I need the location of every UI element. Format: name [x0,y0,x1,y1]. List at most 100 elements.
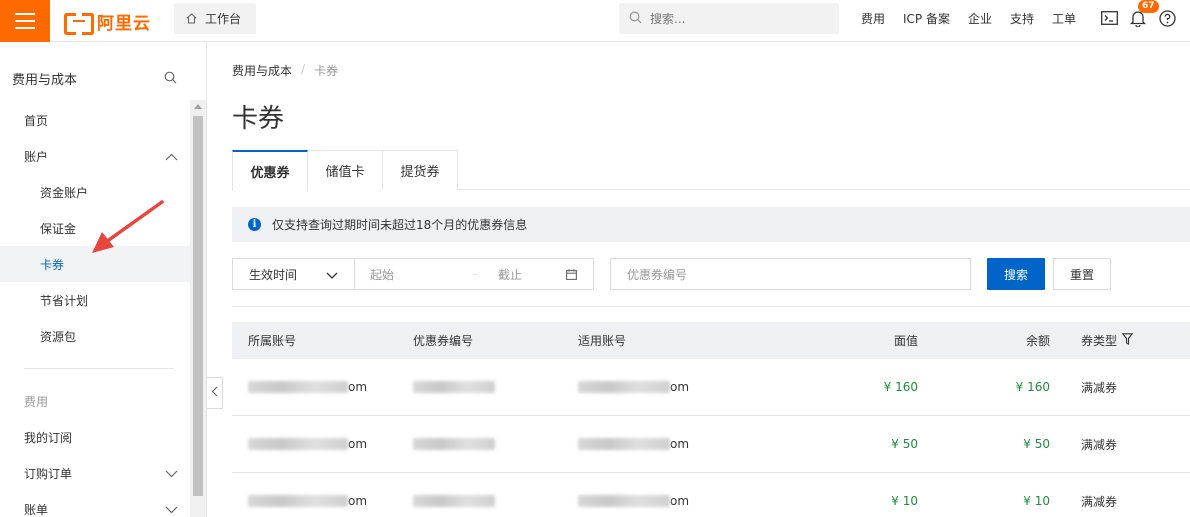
breadcrumb-item[interactable]: 费用与成本 [232,62,292,79]
terminal-icon[interactable] [1100,9,1118,27]
top-link-ticket[interactable]: 工单 [1043,10,1085,27]
redacted-text [248,495,348,507]
sidebar-item-label: 资源包 [40,329,77,344]
coupon-code-cell [413,359,495,415]
hamburger-menu-button[interactable] [0,0,50,42]
column-header-coupon-type[interactable]: 券类型 [1081,322,1134,359]
global-search[interactable] [619,3,839,34]
sidebar-item-label: 首页 [24,113,49,128]
sidebar-item-subscriptions[interactable]: 我的订阅 [0,419,190,455]
sidebar-item-coupons[interactable]: 卡券 [0,246,190,282]
top-navigation-bar: 阿里云 工作台 费用 ICP 备案 企业 支持 工单 67 [0,0,1190,42]
sidebar-item-label: 节省计划 [40,293,89,308]
calendar-icon[interactable] [566,269,577,283]
reset-button[interactable]: 重置 [1053,258,1111,290]
date-range-filter: 生效时间 起始 - 截止 [232,258,594,290]
help-icon[interactable] [1158,9,1176,27]
sidebar-item-label: 账户 [24,149,49,164]
sidebar-search-icon[interactable] [164,71,177,87]
owner-account-suffix: om [348,380,368,394]
table-row: om om ¥ 50 ¥ 50 满减券 [232,416,1190,473]
tab-stored-value-card[interactable]: 储值卡 [307,150,383,190]
column-header-label: 券类型 [1081,334,1118,348]
logo-text: 阿里云 [97,13,151,34]
redacted-text [578,495,670,507]
notification-count-badge: 67 [1138,0,1159,13]
sidebar-item-label: 资金账户 [40,185,89,200]
sidebar-item-savings-plan[interactable]: 节省计划 [0,282,190,318]
face-value-cell: ¥ 160 [883,380,918,394]
chevron-up-icon [165,150,178,164]
applicable-account-cell: om [578,359,689,415]
column-header-owner: 所属账号 [248,334,297,348]
workbench-label: 工作台 [205,12,242,26]
date-start-input[interactable]: 起始 [355,259,473,289]
coupon-type-cell: 满减券 [1081,494,1118,509]
sidebar-item-bills[interactable]: 账单 [0,491,190,517]
tab-label: 储值卡 [325,165,365,180]
face-value-cell: ¥ 10 [891,494,918,508]
sidebar-item-home[interactable]: 首页 [0,102,190,138]
date-type-select[interactable]: 生效时间 [233,259,355,289]
table-row: om om ¥ 160 ¥ 160 满减券 [232,359,1190,416]
column-header-balance: 余额 [1025,334,1050,348]
sidebar-item-orders[interactable]: 订购订单 [0,455,190,491]
sidebar-item-label: 订购订单 [24,466,73,481]
owner-account-cell: om [248,359,367,415]
owner-account-cell: om [248,473,367,517]
applicable-account-suffix: om [670,494,690,508]
breadcrumb-separator: / [301,62,306,76]
coupon-code-cell [413,473,495,517]
sidebar-item-resource-package[interactable]: 资源包 [0,318,190,354]
sidebar-scrollbar-thumb[interactable] [193,116,203,496]
home-icon [186,13,197,24]
sidebar-item-label: 卡券 [40,257,65,272]
tab-pickup-voucher[interactable]: 提货券 [382,150,458,190]
coupon-code-placeholder: 优惠券编号 [627,267,688,282]
date-end-input[interactable]: 截止 [483,259,563,289]
date-end-placeholder: 截止 [498,267,523,282]
top-link-enterprise[interactable]: 企业 [959,10,1001,27]
main-content: 费用与成本 / 卡券 卡券 优惠券 储值卡 提货券 i 仅支持查询过期时间未超过… [208,42,1190,517]
applicable-account-cell: om [578,416,689,472]
global-search-input[interactable] [650,11,820,26]
breadcrumb-current: 卡券 [314,64,339,78]
notification-bell-icon[interactable]: 67 [1129,0,1159,27]
tab-label: 提货券 [400,165,440,180]
redacted-text [413,381,495,393]
filter-icon[interactable] [1121,333,1134,348]
top-link-icp[interactable]: ICP 备案 [894,10,959,27]
sidebar-item-funds-account[interactable]: 资金账户 [0,174,190,210]
sidebar-scrollbar[interactable] [190,100,206,517]
sidebar-item-label: 账单 [24,502,49,517]
breadcrumb: 费用与成本 / 卡券 [232,62,338,79]
aliyun-logo[interactable]: 阿里云 [64,9,151,35]
coupon-type-cell: 满减券 [1081,437,1118,452]
coupon-table: 所属账号 优惠券编号 适用账号 面值 余额 券类型 om om ¥ 160 ¥ … [232,322,1190,517]
aliyun-logo-icon [64,13,94,35]
redacted-text [578,381,670,393]
top-link-billing[interactable]: 费用 [852,10,894,27]
balance-cell: ¥ 160 [1015,380,1050,394]
scroll-up-arrow-icon[interactable] [194,104,202,109]
redacted-text [578,438,670,450]
owner-account-cell: om [248,416,367,472]
workbench-button[interactable]: 工作台 [174,3,256,34]
search-button[interactable]: 搜索 [987,258,1045,290]
column-header-face-value: 面值 [893,334,918,348]
coupon-code-input[interactable]: 优惠券编号 [610,258,971,290]
top-link-support[interactable]: 支持 [1001,10,1043,27]
redacted-text [413,438,495,450]
tab-coupons[interactable]: 优惠券 [232,150,308,191]
tab-label: 优惠券 [250,166,290,181]
redacted-text [413,495,495,507]
sidebar-divider [24,368,174,369]
sidebar-group-fees: 费用 [0,383,190,419]
sidebar: 费用与成本 首页 账户 资金账户 保证金 卡券 节省计划 资源包 费用 我的订阅… [0,42,207,517]
owner-account-suffix: om [348,494,368,508]
info-text: 仅支持查询过期时间未超过18个月的优惠券信息 [272,218,528,232]
sidebar-item-account[interactable]: 账户 [0,138,190,174]
sidebar-group-label: 费用 [24,394,49,409]
sidebar-item-deposit[interactable]: 保证金 [0,210,190,246]
column-header-coupon-code: 优惠券编号 [413,334,474,348]
